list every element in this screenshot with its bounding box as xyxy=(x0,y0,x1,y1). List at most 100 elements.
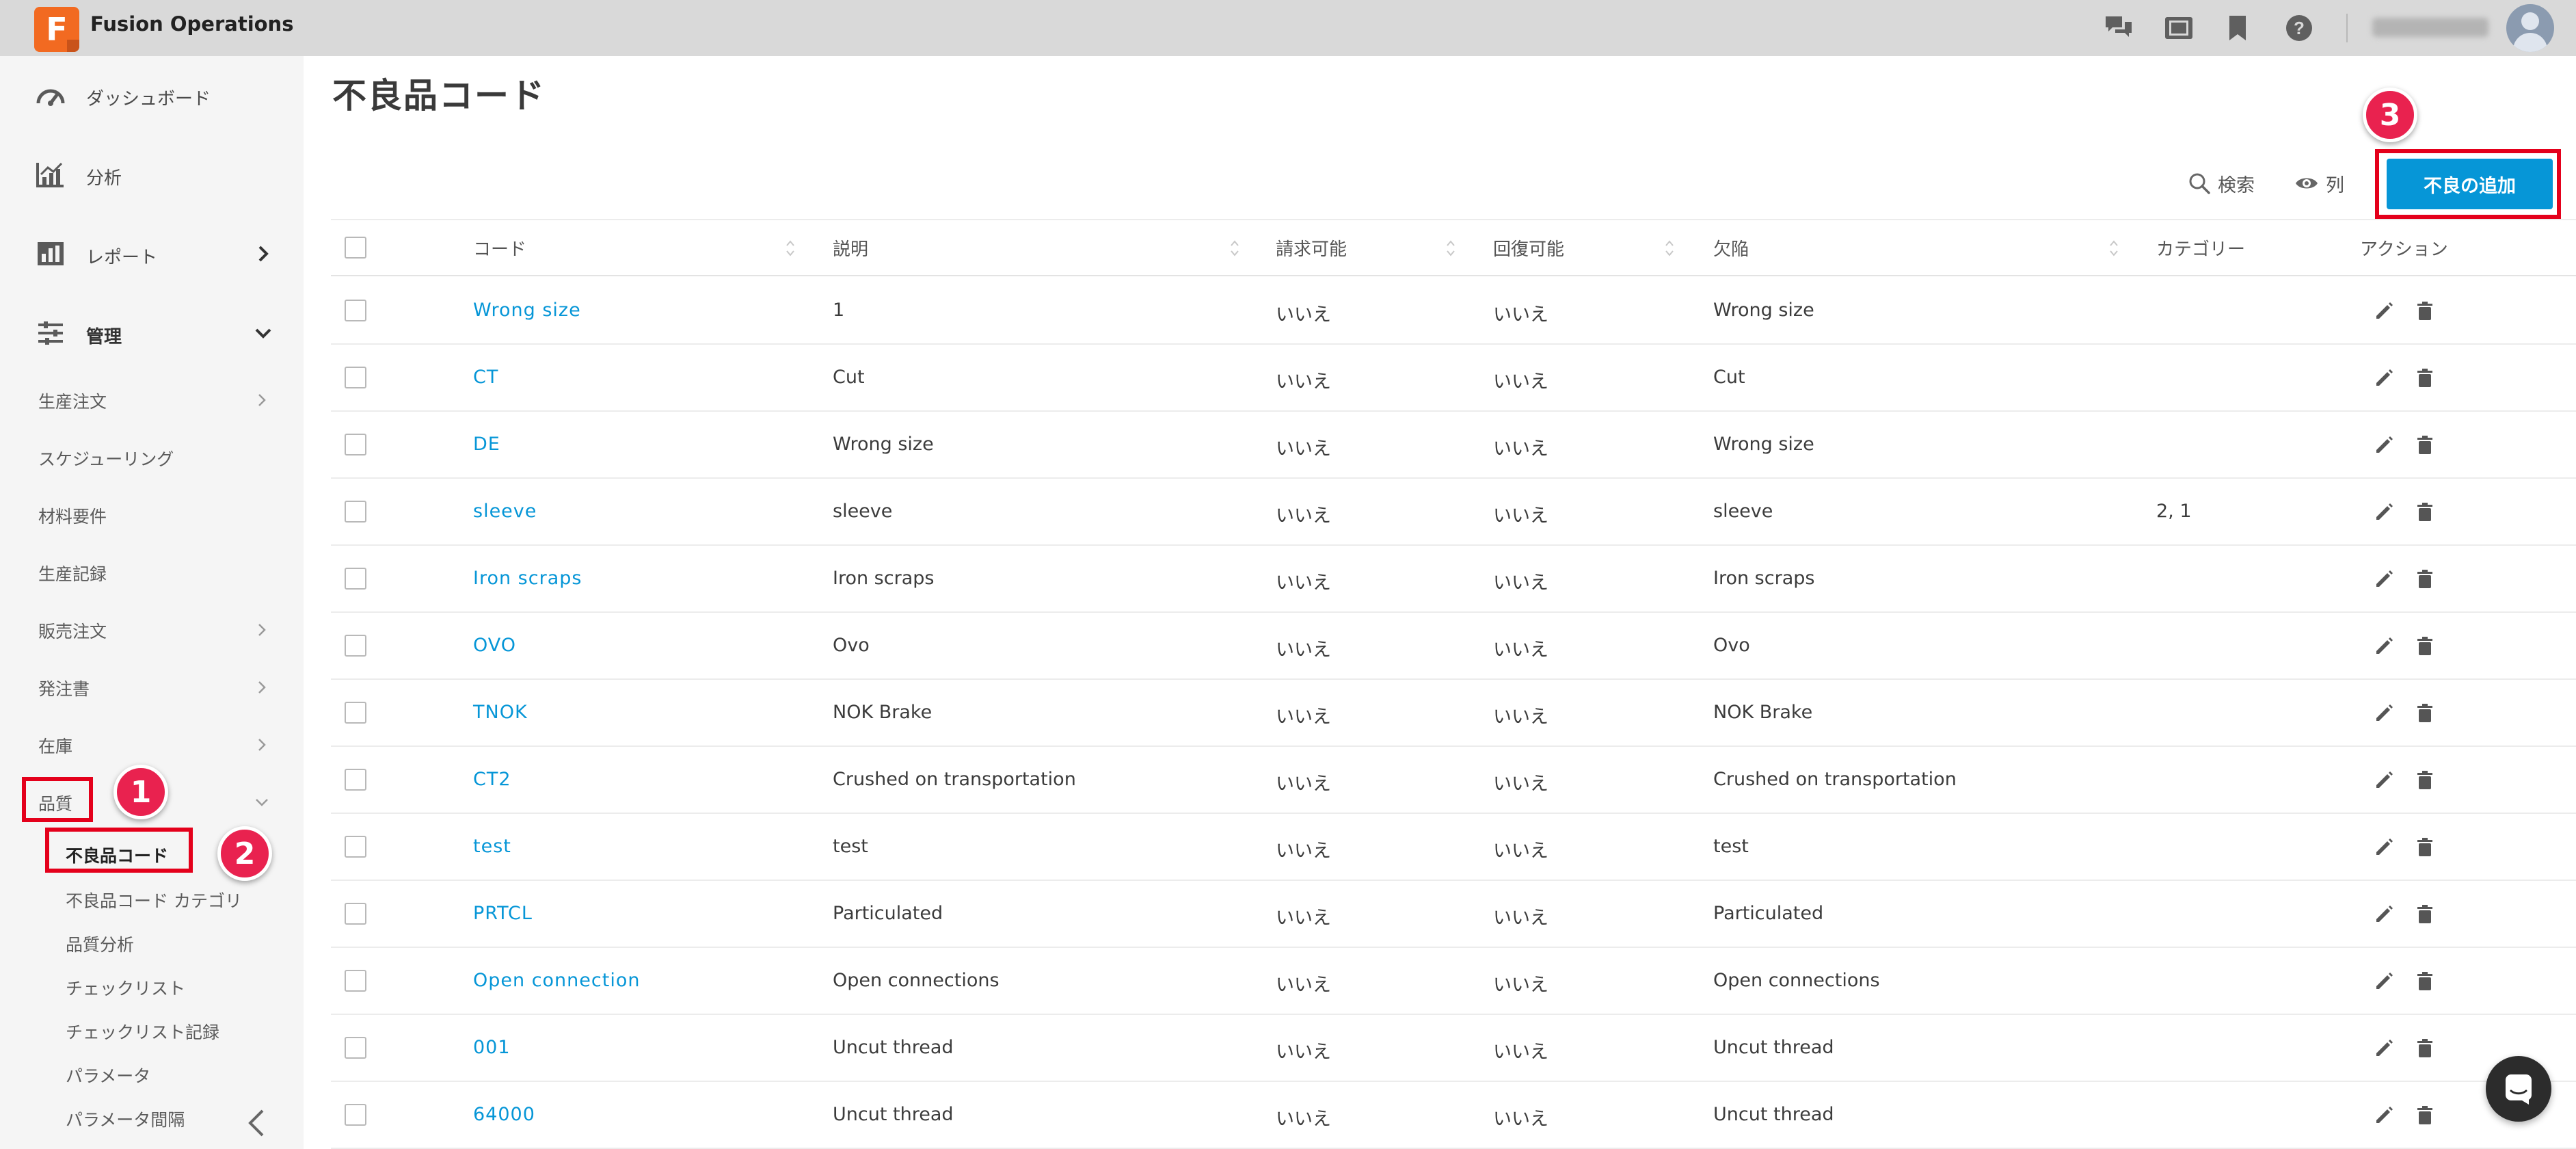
row-checkbox[interactable] xyxy=(345,367,366,388)
sort-icon[interactable] xyxy=(785,237,796,260)
code-link[interactable]: PRTCL xyxy=(473,903,533,924)
row-checkbox[interactable] xyxy=(345,702,366,724)
row-checkbox[interactable] xyxy=(345,635,366,657)
avatar[interactable] xyxy=(2506,4,2554,52)
delete-icon[interactable] xyxy=(2413,300,2437,323)
edit-icon[interactable] xyxy=(2372,970,2396,993)
sidebar-item-manage[interactable]: 管理 xyxy=(0,309,304,357)
code-link[interactable]: Open connection xyxy=(473,970,640,991)
delete-icon[interactable] xyxy=(2413,903,2437,926)
edit-icon[interactable] xyxy=(2372,568,2396,591)
sidebar-item-report[interactable]: レポート xyxy=(0,230,304,278)
edit-icon[interactable] xyxy=(2372,702,2396,725)
delete-icon[interactable] xyxy=(2413,836,2437,859)
row-checkbox[interactable] xyxy=(345,501,366,523)
help-icon[interactable]: ? xyxy=(2283,12,2315,44)
table-row: sleeve sleeve いいえ いいえ sleeve 2, 1 xyxy=(331,479,2576,546)
search-button[interactable]: 検索 xyxy=(2188,170,2255,197)
row-checkbox[interactable] xyxy=(345,769,366,791)
code-link[interactable]: TNOK xyxy=(473,702,528,723)
edit-icon[interactable] xyxy=(2372,501,2396,524)
sort-icon[interactable] xyxy=(2108,237,2119,260)
code-link[interactable]: Wrong size xyxy=(473,300,581,321)
sidebar-item-dashboard[interactable]: ダッシュボード xyxy=(0,71,304,119)
column-header-billable[interactable]: 請求可能 xyxy=(1276,235,1347,261)
code-link[interactable]: sleeve xyxy=(473,501,537,522)
code-link[interactable]: OVO xyxy=(473,635,516,656)
columns-button[interactable]: 列 xyxy=(2294,170,2344,197)
edit-icon[interactable] xyxy=(2372,367,2396,390)
column-header-actions: アクション xyxy=(2360,239,2448,260)
sidebar-item-checklist-records[interactable]: チェックリスト記録 xyxy=(0,1011,304,1049)
sidebar-item-parameters[interactable]: パラメータ xyxy=(0,1055,304,1093)
top-bar: F Fusion Operations ? xyxy=(0,0,2576,56)
sidebar-item-material-requirements[interactable]: 材料要件 xyxy=(0,495,304,533)
row-checkbox[interactable] xyxy=(345,568,366,590)
recoverable-cell: いいえ xyxy=(1493,371,1548,393)
delete-icon[interactable] xyxy=(2413,501,2437,524)
code-link[interactable]: DE xyxy=(473,434,500,455)
sidebar-item-production-orders[interactable]: 生産注文 xyxy=(0,380,304,419)
code-link[interactable]: 001 xyxy=(473,1037,511,1058)
collapse-sidebar-icon[interactable] xyxy=(245,1108,269,1138)
sidebar-item-defect-code-categories[interactable]: 不良品コード カテゴリ xyxy=(0,880,304,918)
row-checkbox[interactable] xyxy=(345,434,366,455)
description-cell: sleeve xyxy=(833,501,893,522)
chat-icon[interactable] xyxy=(2103,12,2134,44)
delete-icon[interactable] xyxy=(2413,1037,2437,1060)
edit-icon[interactable] xyxy=(2372,836,2396,859)
sidebar-item-sales-orders[interactable]: 販売注文 xyxy=(0,610,304,648)
edit-icon[interactable] xyxy=(2372,903,2396,926)
code-link[interactable]: test xyxy=(473,836,511,857)
sidebar-item-checklists[interactable]: チェックリスト xyxy=(0,967,304,1005)
row-checkbox[interactable] xyxy=(345,903,366,925)
sort-icon[interactable] xyxy=(1445,237,1456,260)
column-header-code[interactable]: コード xyxy=(473,235,526,261)
select-all-checkbox[interactable] xyxy=(345,237,366,259)
app-logo[interactable]: F xyxy=(34,7,79,52)
column-header-recoverable[interactable]: 回復可能 xyxy=(1493,235,1564,261)
sidebar-item-label: 生産記録 xyxy=(38,564,107,584)
code-link[interactable]: 64000 xyxy=(473,1104,535,1125)
sidebar-item-quality-analysis[interactable]: 品質分析 xyxy=(0,923,304,962)
delete-icon[interactable] xyxy=(2413,1104,2437,1127)
row-checkbox[interactable] xyxy=(345,300,366,321)
code-link[interactable]: CT2 xyxy=(473,769,511,790)
delete-icon[interactable] xyxy=(2413,970,2437,993)
sidebar-item-scheduling[interactable]: スケジューリング xyxy=(0,438,304,476)
chat-bubble-icon xyxy=(2506,1074,2532,1105)
delete-icon[interactable] xyxy=(2413,702,2437,725)
tablet-icon[interactable] xyxy=(2163,12,2195,44)
sidebar-item-purchase-orders[interactable]: 発注書 xyxy=(0,668,304,706)
delete-icon[interactable] xyxy=(2413,769,2437,792)
edit-icon[interactable] xyxy=(2372,1037,2396,1060)
recoverable-cell: いいえ xyxy=(1493,774,1548,795)
column-header-description[interactable]: 説明 xyxy=(833,235,868,261)
delete-icon[interactable] xyxy=(2413,635,2437,658)
delete-icon[interactable] xyxy=(2413,568,2437,591)
code-link[interactable]: Iron scraps xyxy=(473,568,582,589)
sidebar-item-inventory[interactable]: 在庫 xyxy=(0,725,304,763)
user-name[interactable] xyxy=(2372,18,2488,37)
edit-icon[interactable] xyxy=(2372,635,2396,658)
code-link[interactable]: CT xyxy=(473,367,498,388)
row-checkbox[interactable] xyxy=(345,1104,366,1126)
sidebar-item-production-records[interactable]: 生産記録 xyxy=(0,553,304,591)
edit-icon[interactable] xyxy=(2372,1104,2396,1127)
description-cell: NOK Brake xyxy=(833,702,933,723)
edit-icon[interactable] xyxy=(2372,300,2396,323)
edit-icon[interactable] xyxy=(2372,769,2396,792)
table-row: DE Wrong size いいえ いいえ Wrong size xyxy=(331,412,2576,479)
column-header-defect[interactable]: 欠陥 xyxy=(1713,235,1749,261)
delete-icon[interactable] xyxy=(2413,434,2437,457)
sidebar-item-analytics[interactable]: 分析 xyxy=(0,150,304,198)
row-checkbox[interactable] xyxy=(345,970,366,992)
bookmark-icon[interactable] xyxy=(2222,12,2253,44)
sort-icon[interactable] xyxy=(1229,237,1240,260)
delete-icon[interactable] xyxy=(2413,367,2437,390)
row-checkbox[interactable] xyxy=(345,1037,366,1059)
row-checkbox[interactable] xyxy=(345,836,366,858)
edit-icon[interactable] xyxy=(2372,434,2396,457)
support-chat-button[interactable] xyxy=(2486,1056,2551,1122)
sort-icon[interactable] xyxy=(1664,237,1675,260)
